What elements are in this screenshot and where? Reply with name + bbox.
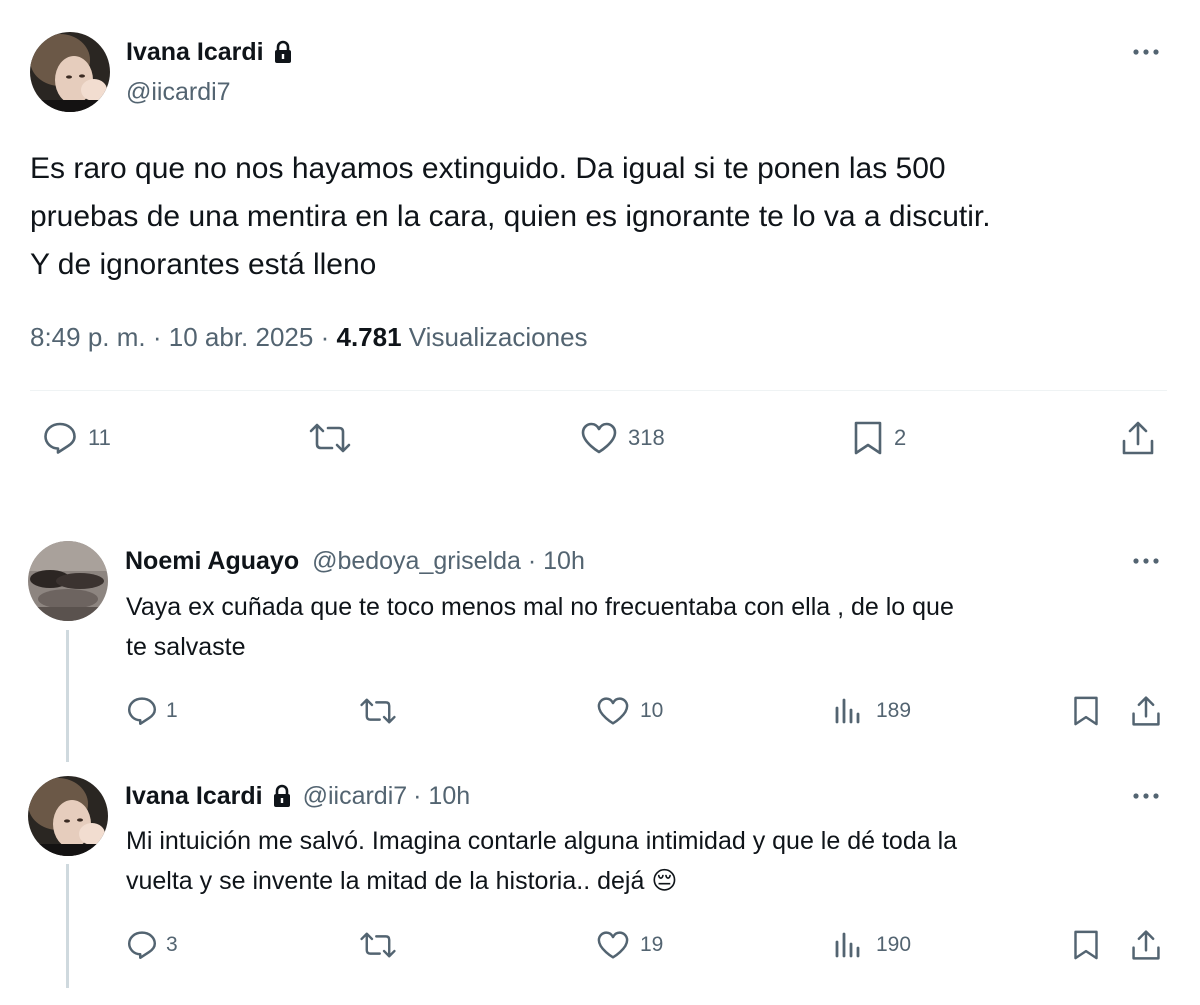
share-icon [1130,694,1162,728]
tweet-text: Es raro que no nos hayamos extinguido. D… [30,145,991,289]
views-icon [834,696,862,726]
pensive-face-emoji: 😔 [651,867,678,895]
reply-text: Mi intuición me salvó. Imagina contarle … [126,821,957,901]
author-handle[interactable]: @bedoya_griselda [312,547,521,575]
like-count: 19 [640,933,664,956]
more-icon[interactable] [1130,788,1162,804]
like-count: 10 [640,699,664,722]
reply-text: Vaya ex cuñada que te toco menos mal no … [126,587,954,667]
reply-time[interactable]: · 10h [413,780,470,812]
bookmark-icon [852,419,884,457]
share-icon [1130,928,1162,962]
reply-button[interactable]: 3 [126,930,178,960]
thread-line [66,630,69,762]
reply-time[interactable]: · 10h [528,547,585,575]
bookmark-button[interactable] [1072,694,1100,728]
retweet-icon [359,696,397,726]
bookmark-icon [1072,928,1100,962]
tweet-time[interactable]: 8:49 p. m. [30,322,146,352]
like-button[interactable]: 318 [580,421,665,455]
reply-text-line: Vaya ex cuñada que te toco menos mal no … [126,593,954,621]
views-icon [834,930,862,960]
retweet-icon [359,930,397,960]
thread-line [66,864,69,988]
author-name[interactable]: Ivana Icardi [125,780,263,812]
bookmark-button[interactable] [1072,928,1100,962]
share-button[interactable] [1120,419,1156,457]
views-button[interactable]: 190 [834,930,911,960]
share-button[interactable] [1130,694,1162,728]
tweet-text-line: Es raro que no nos hayamos extinguido. D… [30,152,946,185]
retweet-button[interactable] [308,421,352,455]
author-name[interactable]: Noemi Aguayo [125,547,299,575]
share-button[interactable] [1130,928,1162,962]
tweet-text-line: Y de ignorantes está lleno [30,248,377,281]
bookmark-count: 2 [894,425,907,450]
reply-text-line: te salvaste [126,633,246,661]
like-button[interactable]: 10 [596,696,663,726]
author-handle[interactable]: @iicardi7 [126,76,231,108]
reply-text-line: Mi intuición me salvó. Imagina contarle … [126,827,958,855]
like-icon [580,421,618,455]
divider [30,390,1167,391]
views-button[interactable]: 189 [834,696,911,726]
reply-text-line: vuelta y se invente la mitad de la histo… [126,867,645,895]
reply-count: 3 [166,933,178,956]
tweet-date[interactable]: 10 abr. 2025 [169,322,314,352]
like-icon [596,696,630,726]
reply-button[interactable]: 1 [126,696,178,726]
views-label[interactable]: Visualizaciones [409,322,588,352]
retweet-button[interactable] [359,696,397,726]
retweet-button[interactable] [359,930,397,960]
reply-icon [42,421,78,455]
like-count: 318 [628,425,665,450]
reply-icon [126,930,158,960]
like-icon [596,930,630,960]
reply-count: 1 [166,699,178,722]
author-handle[interactable]: @iicardi7 [303,780,408,812]
avatar[interactable] [28,776,108,856]
lock-icon [272,40,294,64]
meta-separator: · [152,322,162,352]
more-icon[interactable] [1130,44,1162,60]
reply-button[interactable]: 11 [42,421,111,455]
views-count: 189 [876,699,912,722]
more-icon[interactable] [1130,553,1162,569]
views-count[interactable]: 4.781 [336,322,401,352]
share-icon [1120,419,1156,457]
avatar[interactable] [30,32,110,112]
bookmark-button[interactable]: 2 [852,419,906,457]
tweet-text-line: pruebas de una mentira en la cara, quien… [30,200,991,233]
like-button[interactable]: 19 [596,930,663,960]
retweet-icon [308,421,352,455]
views-count: 190 [876,933,912,956]
avatar[interactable] [28,541,108,621]
reply-icon [126,696,158,726]
meta-separator: · [320,322,330,352]
tweet-meta: 8:49 p. m. · 10 abr. 2025 · 4.781 Visual… [30,321,588,353]
lock-icon [271,784,293,808]
reply-count: 11 [88,425,111,450]
author-name[interactable]: Ivana Icardi [126,36,264,68]
bookmark-icon [1072,694,1100,728]
